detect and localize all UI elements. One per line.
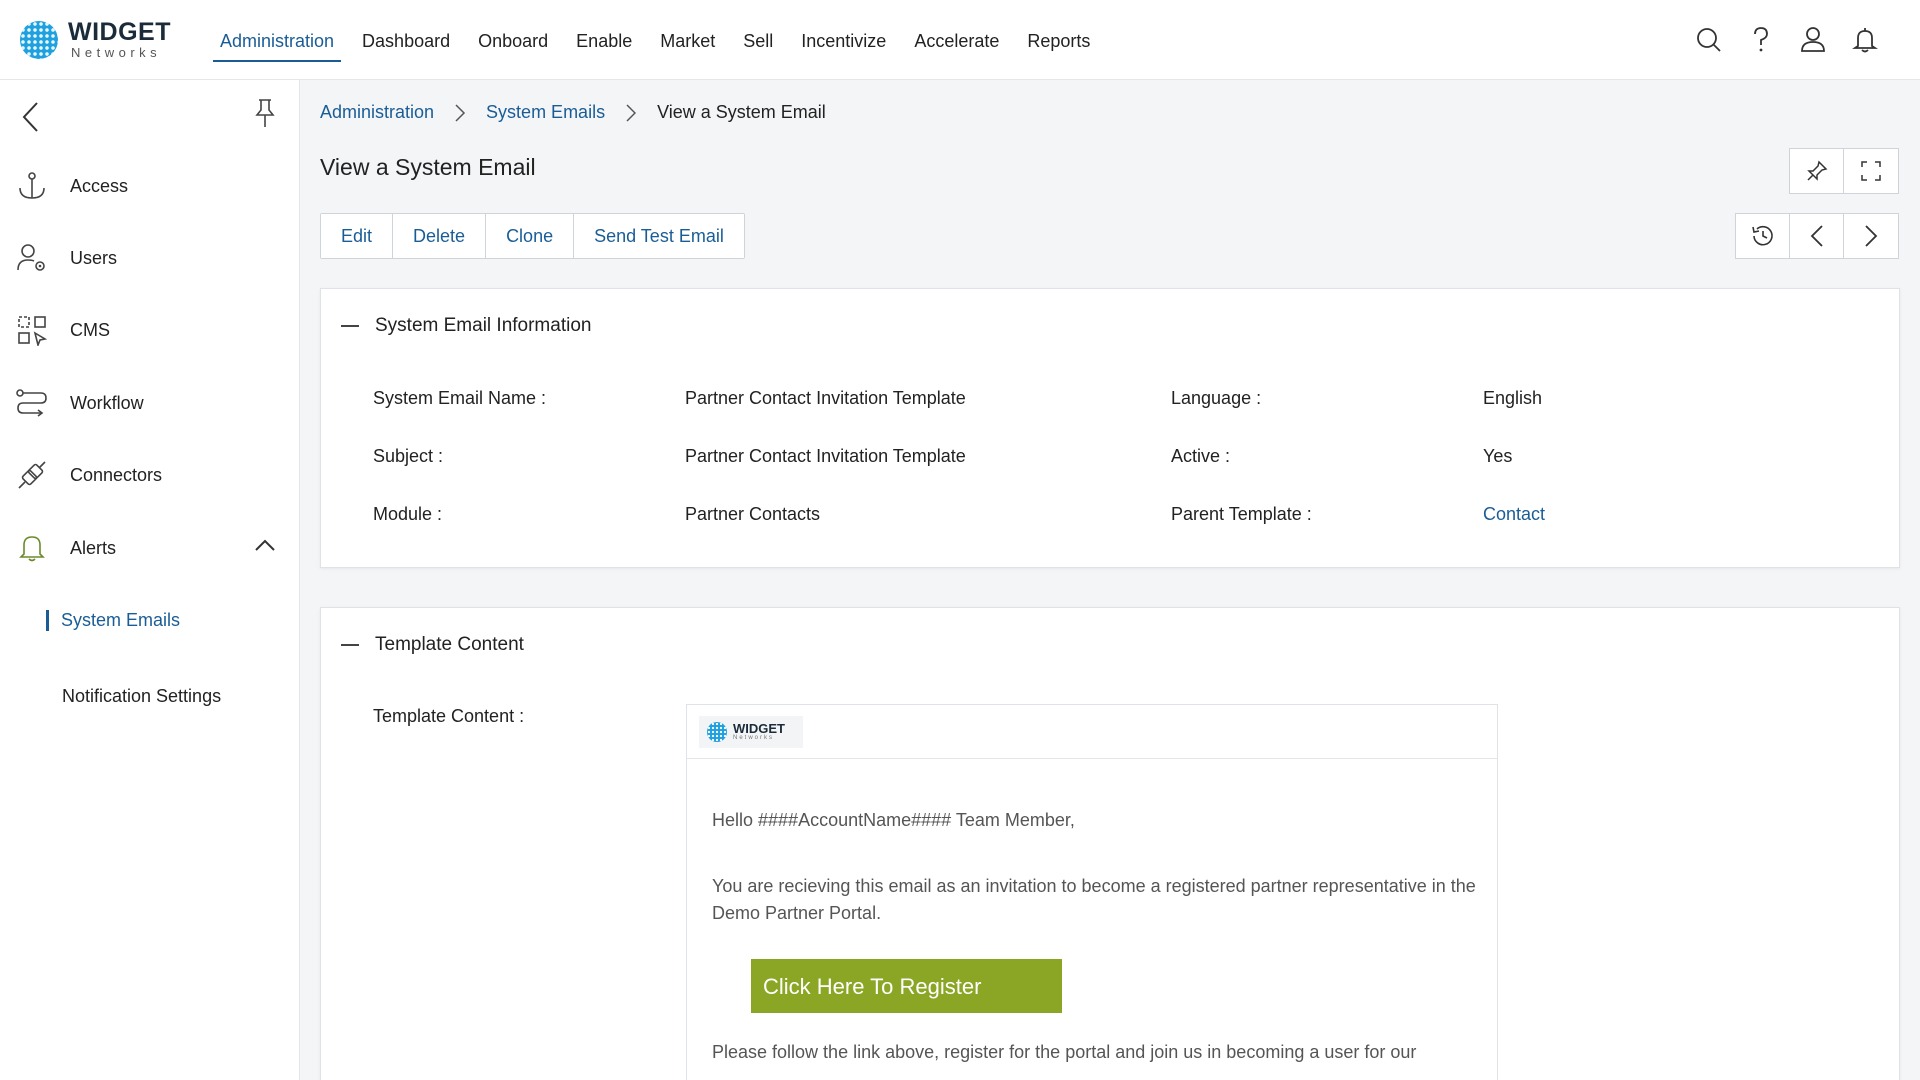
next-record-button[interactable] (1844, 214, 1898, 258)
bell-icon[interactable] (1850, 22, 1880, 58)
nav-reports[interactable]: Reports (1020, 23, 1097, 58)
sidebar-item-label: Alerts (70, 537, 117, 558)
sidebar-item-label: Access (70, 175, 129, 196)
sidebar-item-label: CMS (70, 319, 110, 340)
nav-market[interactable]: Market (653, 23, 722, 58)
bell-icon (14, 530, 50, 566)
page-title: View a System Email (320, 154, 536, 180)
sidebar-item-users[interactable]: Users (14, 236, 284, 280)
globe-logo-icon (707, 721, 727, 742)
cms-grid-icon (14, 312, 50, 348)
breadcrumb-current: View a System Email (657, 102, 826, 122)
register-button[interactable]: Click Here To Register (751, 959, 1062, 1013)
section-toggle-information[interactable]: System Email Information (341, 315, 591, 337)
section-toggle-template[interactable]: Template Content (341, 634, 524, 656)
parent-template-link[interactable]: Contact (1483, 504, 1545, 525)
nav-administration[interactable]: Administration (213, 23, 342, 62)
breadcrumb: Administration System Emails View a Syst… (320, 102, 826, 123)
field-label-module: Module : (373, 504, 443, 524)
email-preview: WIDGET Networks Hello ####AccountName###… (686, 704, 1498, 1080)
field-label-active: Active : (1171, 446, 1231, 466)
sidebar-subitem-notification-settings[interactable]: Notification Settings (46, 686, 221, 707)
chevron-up-icon[interactable] (254, 538, 276, 557)
field-value-active: Yes (1483, 446, 1513, 466)
globe-logo-icon (20, 20, 58, 59)
email-logo: WIDGET Networks (699, 715, 803, 748)
collapse-icon (341, 325, 359, 327)
top-navigation-bar: WIDGET Networks Administration Dashboard… (0, 0, 1920, 80)
brand-name: WIDGET (68, 18, 171, 46)
field-label-parent-template: Parent Template : (1171, 504, 1312, 524)
clone-button[interactable]: Clone (486, 214, 575, 258)
search-icon[interactable] (1694, 22, 1724, 58)
history-icon[interactable] (1736, 214, 1790, 258)
section-title: System Email Information (375, 315, 592, 336)
chevron-right-icon (625, 103, 637, 123)
send-test-email-button[interactable]: Send Test Email (574, 214, 744, 258)
delete-button[interactable]: Delete (393, 214, 487, 258)
nav-enable[interactable]: Enable (569, 23, 639, 58)
previous-record-button[interactable] (1790, 214, 1844, 258)
email-logo-title: WIDGET (733, 721, 785, 736)
pin-sidebar-icon[interactable] (253, 98, 277, 133)
field-label-name: System Email Name : (373, 388, 547, 408)
help-icon[interactable] (1746, 22, 1776, 58)
field-label-subject: Subject : (373, 446, 444, 466)
template-content-card: Template Content Template Content : WIDG… (320, 607, 1900, 1080)
nav-incentivize[interactable]: Incentivize (794, 23, 893, 58)
sidebar-item-cms[interactable]: CMS (14, 308, 284, 352)
record-navigation (1735, 213, 1899, 259)
main-nav: Administration Dashboard Onboard Enable … (206, 0, 1104, 80)
sidebar-item-label: Users (70, 247, 118, 268)
nav-sell[interactable]: Sell (736, 23, 780, 58)
field-value-name: Partner Contact Invitation Template (685, 388, 966, 408)
field-label-template-content: Template Content : (373, 706, 525, 726)
section-title: Template Content (375, 634, 524, 655)
sidebar-item-label: Connectors (70, 464, 163, 485)
field-value-subject: Partner Contact Invitation Template (685, 446, 966, 466)
breadcrumb-administration[interactable]: Administration (320, 102, 434, 123)
sidebar-item-alerts[interactable]: Alerts (14, 526, 284, 570)
system-email-information-card: System Email Information System Email Na… (320, 288, 1900, 568)
collapse-sidebar-button[interactable] (20, 100, 42, 139)
workflow-icon (14, 385, 50, 421)
nav-onboard[interactable]: Onboard (471, 23, 555, 58)
brand-logo[interactable]: WIDGET Networks (20, 20, 171, 59)
anchor-icon (14, 168, 50, 204)
nav-accelerate[interactable]: Accelerate (907, 23, 1006, 58)
collapse-icon (341, 644, 359, 646)
fullscreen-icon[interactable] (1844, 149, 1898, 193)
user-icon[interactable] (1798, 22, 1828, 58)
field-value-module: Partner Contacts (685, 504, 821, 524)
sidebar: Access Users CMS Workflow Connectors Ale… (0, 80, 300, 1080)
breadcrumb-system-emails[interactable]: System Emails (486, 102, 605, 123)
sidebar-item-label: Workflow (70, 392, 144, 413)
pin-icon[interactable] (1790, 149, 1844, 193)
user-settings-icon (14, 240, 50, 276)
sidebar-subitem-system-emails[interactable]: System Emails (46, 610, 180, 631)
brand-subtitle: Networks (71, 45, 162, 60)
field-value-language: English (1483, 388, 1543, 408)
sidebar-item-workflow[interactable]: Workflow (14, 381, 284, 425)
chevron-right-icon (454, 103, 466, 123)
sidebar-item-access[interactable]: Access (14, 164, 284, 208)
nav-dashboard[interactable]: Dashboard (355, 23, 457, 58)
plug-icon (14, 457, 50, 493)
edit-button[interactable]: Edit (321, 214, 394, 258)
email-greeting: Hello ####AccountName#### Team Member, (712, 810, 1075, 830)
field-label-language: Language : (1171, 388, 1262, 408)
email-intro: You are recieving this email as an invit… (712, 876, 1476, 923)
sidebar-item-connectors[interactable]: Connectors (14, 453, 284, 497)
email-header: WIDGET Networks (687, 705, 1497, 759)
email-follow-text: Please follow the link above, register f… (712, 1042, 1417, 1062)
record-actions: Edit Delete Clone Send Test Email (320, 213, 745, 259)
view-tools (1789, 148, 1899, 194)
